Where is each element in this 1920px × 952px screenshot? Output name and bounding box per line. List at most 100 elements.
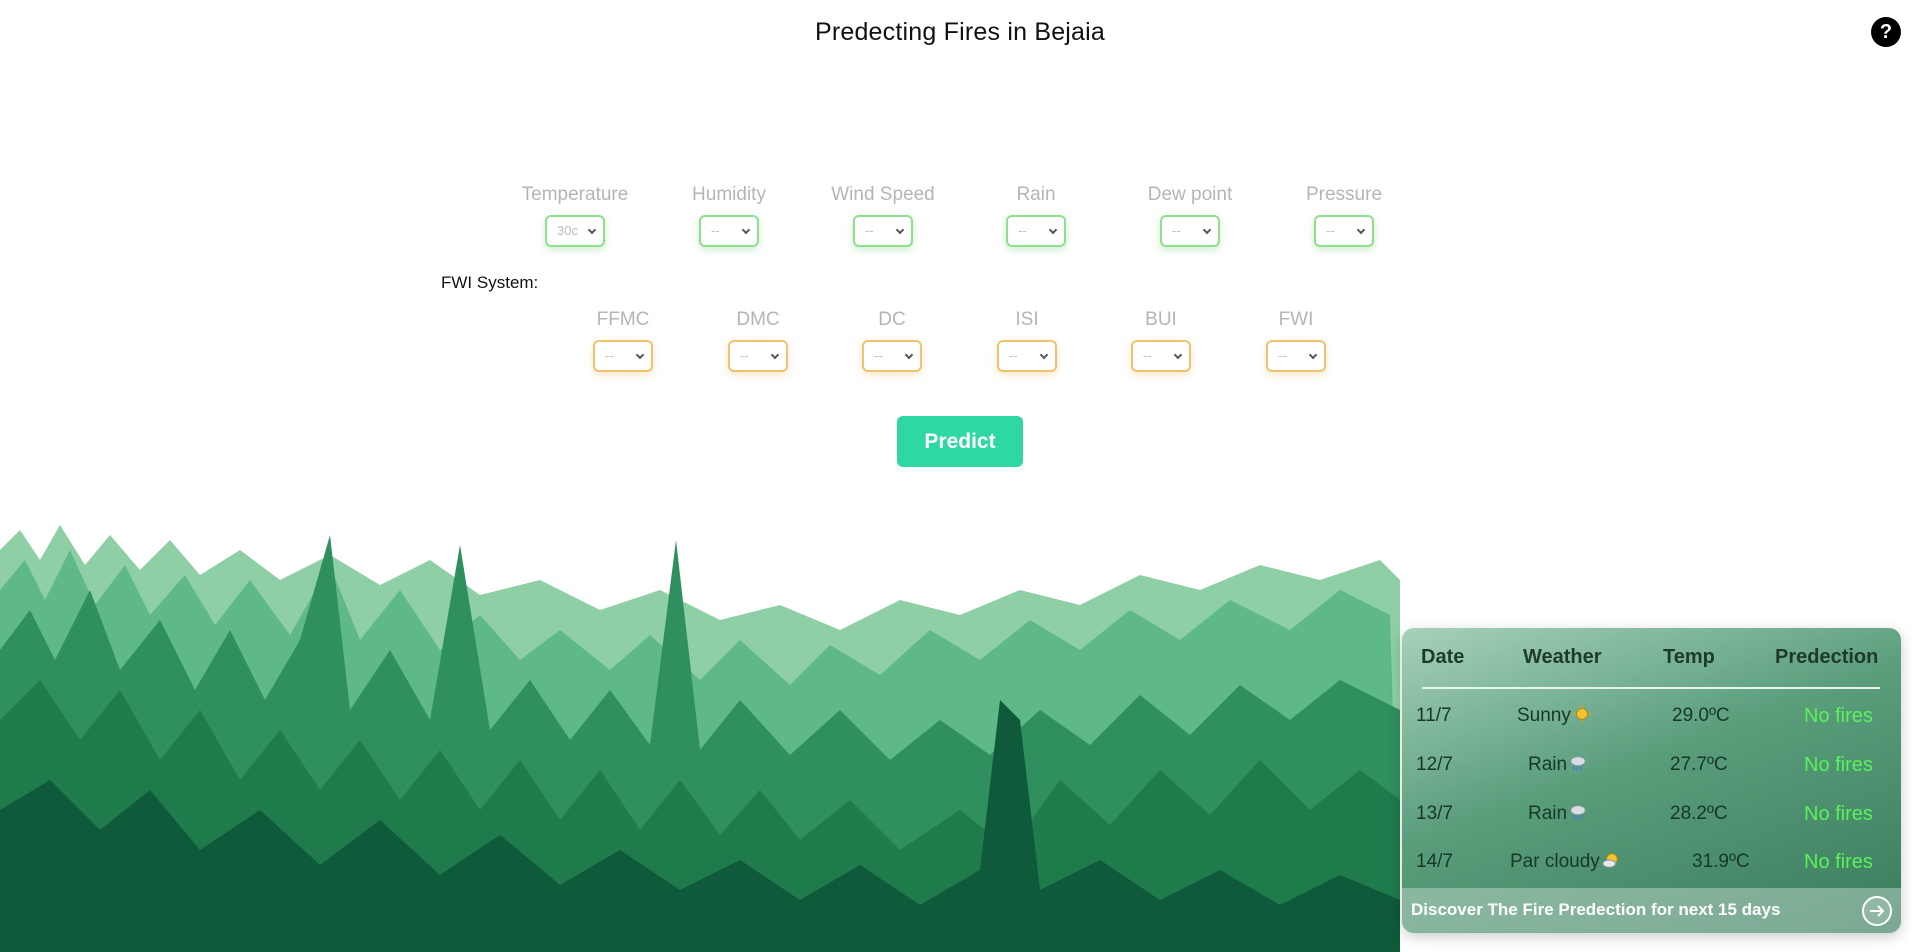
dc-field: DC -- <box>822 309 962 372</box>
wind-speed-select[interactable]: -- <box>853 215 913 247</box>
row-weather: Rain <box>1528 754 1587 776</box>
weather-column-header: Weather <box>1523 646 1602 668</box>
ffmc-field: FFMC -- <box>553 309 693 372</box>
chevron-down-icon <box>1202 225 1212 235</box>
fwi-field: FWI -- <box>1226 309 1366 372</box>
wind-speed-label: Wind Speed <box>831 184 935 205</box>
row-prediction: No fires <box>1804 803 1873 825</box>
fwi-select[interactable]: -- <box>1266 340 1326 372</box>
chevron-down-icon <box>1308 350 1318 360</box>
row-temp: 28.2ºC <box>1670 803 1728 824</box>
predict-button[interactable]: Predict <box>897 416 1023 467</box>
forecast-row: 14/7 Par cloudy 31.9ºC No fires <box>1402 851 1901 881</box>
row-weather: Sunny <box>1517 705 1591 727</box>
isi-value: -- <box>1009 348 1018 363</box>
forecast-row: 13/7 Rain 28.2ºC No fires <box>1402 803 1901 833</box>
chevron-down-icon <box>1039 350 1049 360</box>
wind-speed-field: Wind Speed -- <box>813 184 953 247</box>
arrow-right-icon[interactable] <box>1862 896 1892 926</box>
chevron-down-icon <box>895 225 905 235</box>
forecast-header: Date Weather Temp Predection <box>1402 646 1901 676</box>
chevron-down-icon <box>1173 350 1183 360</box>
forecast-row: 12/7 Rain 27.7ºC No fires <box>1402 754 1901 784</box>
bui-label: BUI <box>1145 309 1177 330</box>
bui-field: BUI -- <box>1091 309 1231 372</box>
row-prediction: No fires <box>1804 705 1873 727</box>
row-date: 12/7 <box>1416 754 1453 775</box>
rain-cloud-icon <box>1570 805 1586 820</box>
row-weather-label: Rain <box>1528 754 1568 775</box>
forecast-row: 11/7 Sunny 29.0ºC No fires <box>1402 705 1901 735</box>
dew-point-select[interactable]: -- <box>1160 215 1220 247</box>
dmc-field: DMC -- <box>688 309 828 372</box>
rain-select[interactable]: -- <box>1006 215 1066 247</box>
rain-value: -- <box>1018 223 1027 238</box>
fwi-label: FWI <box>1278 309 1314 330</box>
isi-label: ISI <box>1015 309 1039 330</box>
partly-cloudy-icon <box>1602 853 1618 868</box>
row-prediction: No fires <box>1804 851 1873 873</box>
isi-select[interactable]: -- <box>997 340 1057 372</box>
ffmc-select[interactable]: -- <box>593 340 653 372</box>
dmc-value: -- <box>740 348 749 363</box>
chevron-down-icon <box>904 350 914 360</box>
row-weather-label: Sunny <box>1517 705 1571 726</box>
page-title: Predecting Fires in Bejaia <box>814 18 1106 46</box>
discover-label: Discover The Fire Predection for next 15… <box>1411 900 1781 919</box>
chevron-down-icon <box>587 225 597 235</box>
chevron-down-icon <box>635 350 645 360</box>
dc-label: DC <box>878 309 906 330</box>
humidity-field: Humidity -- <box>659 184 799 247</box>
dmc-label: DMC <box>736 309 780 330</box>
row-prediction: No fires <box>1804 754 1873 776</box>
isi-field: ISI -- <box>957 309 1097 372</box>
dew-point-value: -- <box>1172 223 1181 238</box>
fwi-heading: FWI System: <box>441 273 539 292</box>
humidity-select[interactable]: -- <box>699 215 759 247</box>
chevron-down-icon <box>1356 225 1366 235</box>
prediction-column-header: Predection <box>1775 646 1879 668</box>
rain-cloud-icon <box>1570 756 1586 771</box>
dc-select[interactable]: -- <box>862 340 922 372</box>
temperature-select[interactable]: 30c <box>545 215 605 247</box>
humidity-label: Humidity <box>692 184 766 205</box>
chevron-down-icon <box>741 225 751 235</box>
sun-icon <box>1572 705 1591 723</box>
bui-value: -- <box>1143 348 1152 363</box>
temperature-label: Temperature <box>521 184 629 205</box>
header-divider <box>1422 687 1880 689</box>
discover-banner[interactable]: Discover The Fire Predection for next 15… <box>1402 888 1901 933</box>
row-temp: 29.0ºC <box>1672 705 1730 726</box>
rain-label: Rain <box>1016 184 1056 205</box>
fwi-value: -- <box>1278 348 1287 363</box>
forecast-panel: Date Weather Temp Predection 11/7 Sunny … <box>1402 628 1901 933</box>
row-date: 11/7 <box>1416 705 1452 726</box>
wind-speed-value: -- <box>865 223 874 238</box>
help-button[interactable]: ? <box>1871 17 1901 47</box>
row-date: 14/7 <box>1416 851 1453 872</box>
date-column-header: Date <box>1421 646 1465 668</box>
temperature-field: Temperature 30c <box>505 184 645 247</box>
dew-point-label: Dew point <box>1147 184 1233 205</box>
pressure-value: -- <box>1326 223 1335 238</box>
bui-select[interactable]: -- <box>1131 340 1191 372</box>
rain-field: Rain -- <box>966 184 1106 247</box>
pressure-label: Pressure <box>1305 184 1383 205</box>
dew-point-field: Dew point -- <box>1120 184 1260 247</box>
chevron-down-icon <box>770 350 780 360</box>
pressure-select[interactable]: -- <box>1314 215 1374 247</box>
dmc-select[interactable]: -- <box>728 340 788 372</box>
ffmc-value: -- <box>605 348 614 363</box>
temperature-value: 30c <box>557 223 578 238</box>
pressure-field: Pressure -- <box>1274 184 1414 247</box>
row-temp: 31.9ºC <box>1692 851 1750 872</box>
ffmc-label: FFMC <box>596 309 650 330</box>
row-weather: Par cloudy <box>1510 851 1620 873</box>
humidity-value: -- <box>711 223 720 238</box>
row-date: 13/7 <box>1416 803 1453 824</box>
temp-column-header: Temp <box>1663 646 1715 668</box>
row-weather-label: Par cloudy <box>1510 851 1600 872</box>
row-weather: Rain <box>1528 803 1587 825</box>
row-weather-label: Rain <box>1528 803 1568 824</box>
chevron-down-icon <box>1048 225 1058 235</box>
